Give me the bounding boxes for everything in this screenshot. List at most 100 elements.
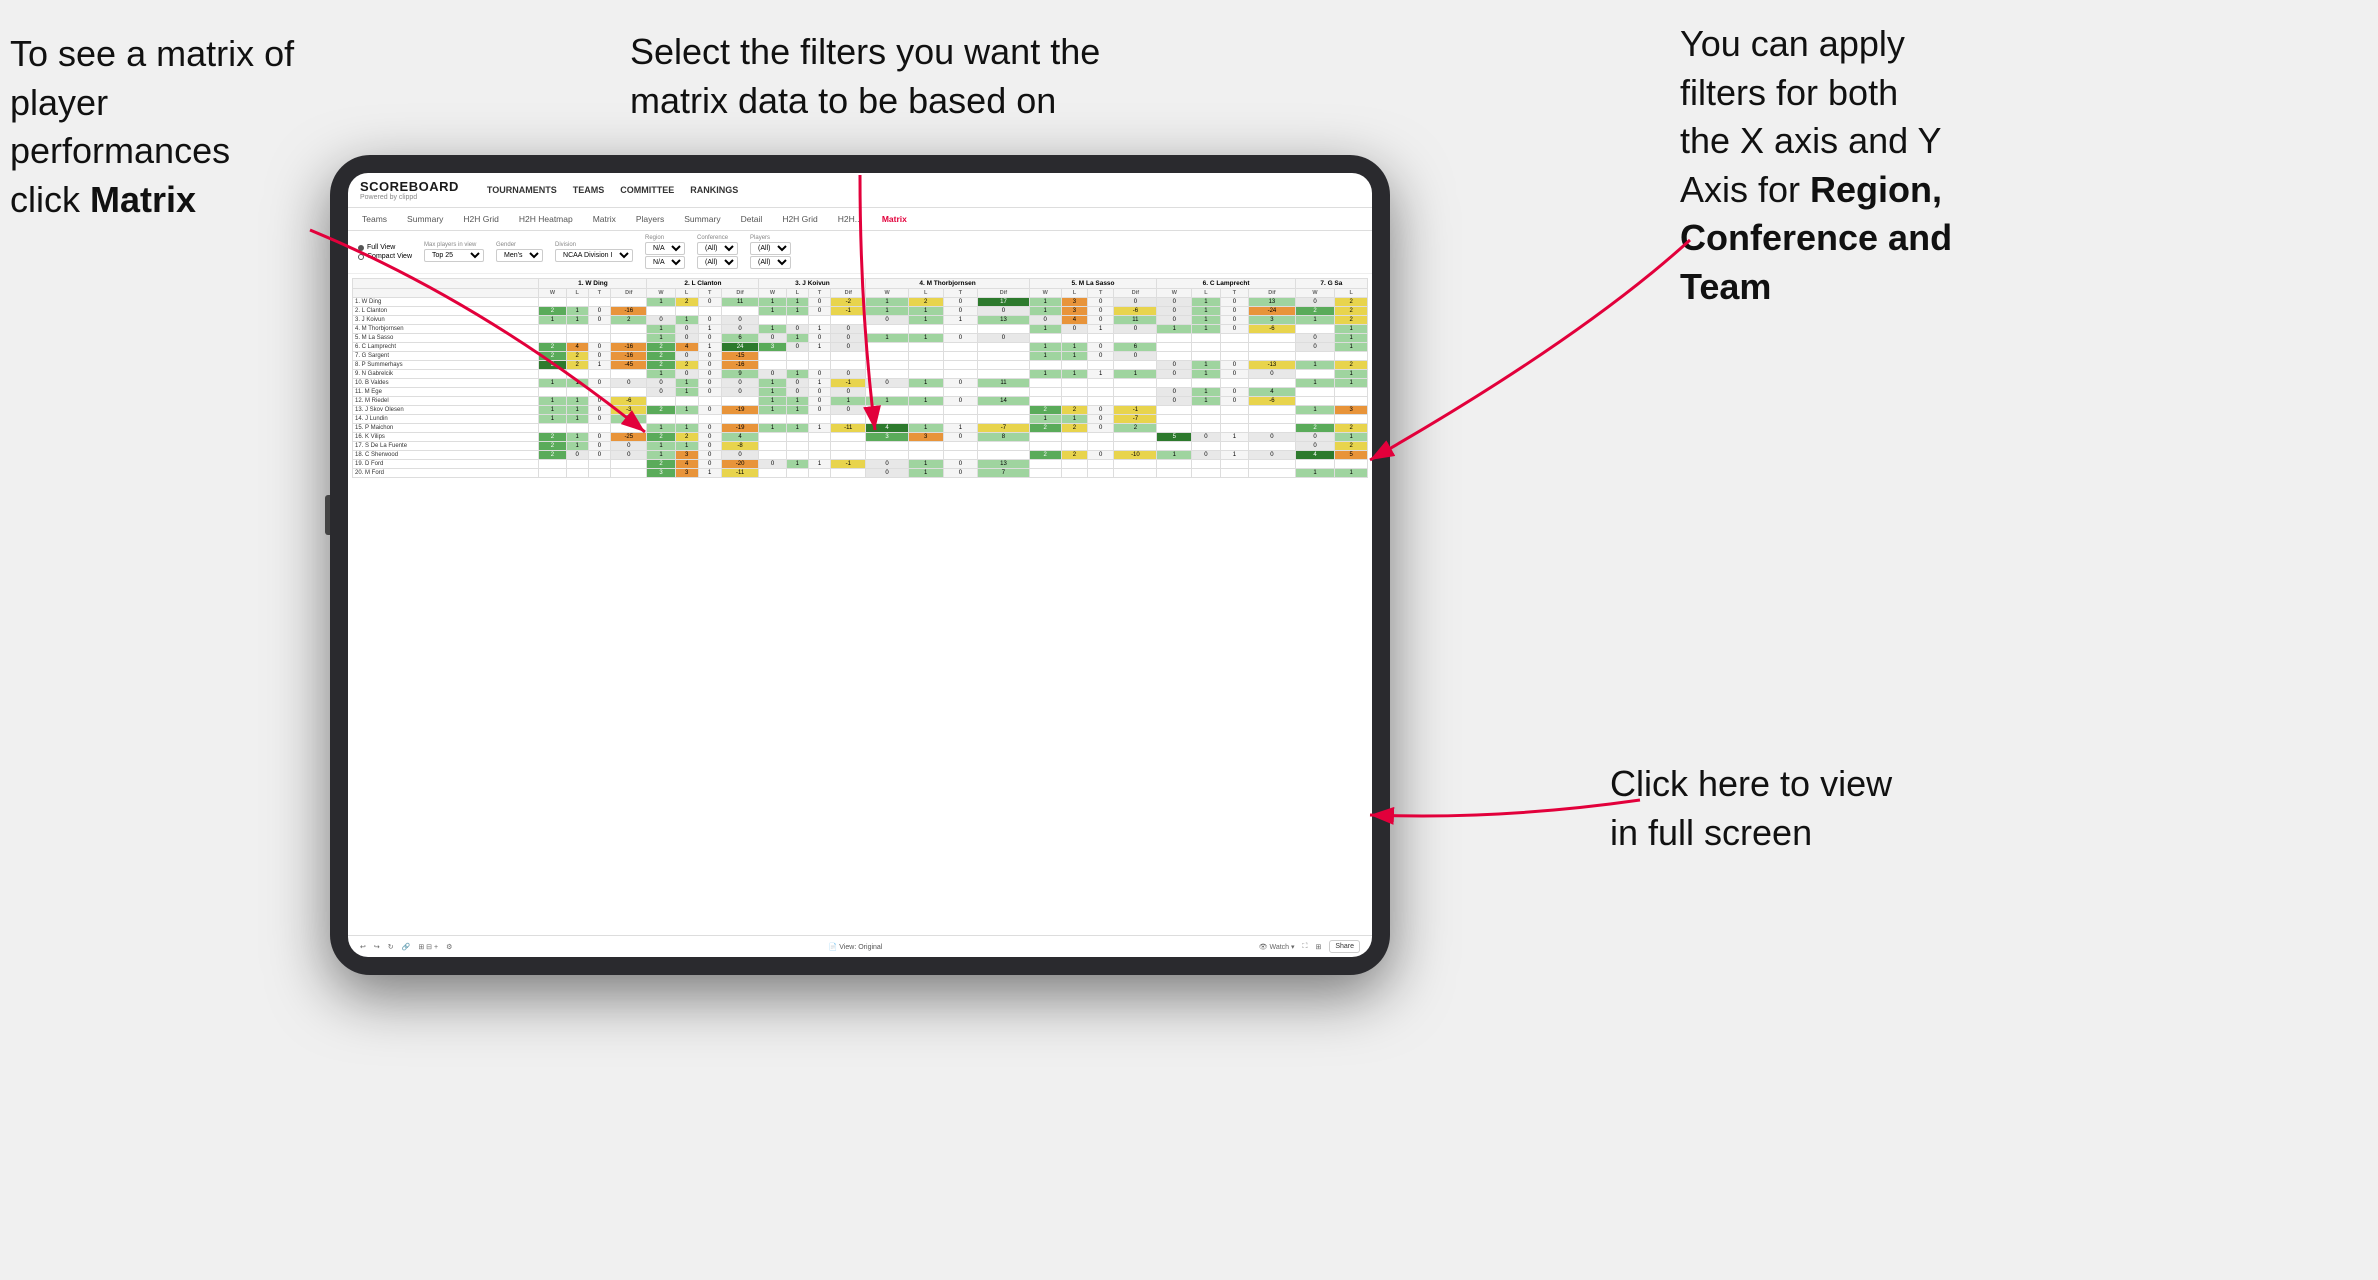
matrix-cell: 0 xyxy=(698,424,721,433)
nav-teams[interactable]: TEAMS xyxy=(573,183,605,197)
matrix-cell: 1 xyxy=(1295,316,1335,325)
nav-rankings[interactable]: RANKINGS xyxy=(690,183,738,197)
zoom-controls[interactable]: ⊞ ⊟ + xyxy=(418,943,438,951)
matrix-cell: 3 xyxy=(1249,316,1296,325)
matrix-cell: 1 xyxy=(908,469,943,478)
fullscreen-icon[interactable]: ⛶ xyxy=(1303,943,1308,951)
matrix-cell: 4 xyxy=(1061,316,1087,325)
matrix-cell: 0 xyxy=(866,316,908,325)
matrix-cell: 2 xyxy=(539,451,566,460)
matrix-cell xyxy=(1061,334,1087,343)
matrix-cell xyxy=(1029,460,1061,469)
matrix-cell xyxy=(1192,379,1220,388)
matrix-cell: -7 xyxy=(978,424,1029,433)
refresh-icon[interactable]: ↻ xyxy=(388,943,394,951)
view-toggles: Full View Compact View xyxy=(358,244,412,260)
subnav-detail[interactable]: Detail xyxy=(737,212,767,226)
matrix-cell xyxy=(698,397,721,406)
max-players-select[interactable]: Top 25 xyxy=(424,249,484,262)
matrix-cell xyxy=(721,307,759,316)
matrix-cell xyxy=(647,397,675,406)
matrix-cell xyxy=(539,370,566,379)
matrix-cell: 2 xyxy=(1029,451,1061,460)
matrix-cell: 1 xyxy=(698,469,721,478)
player-name-cell: 2. L Clanton xyxy=(353,307,539,316)
matrix-cell xyxy=(1029,469,1061,478)
matrix-cell: 0 xyxy=(1295,343,1335,352)
nav-committee[interactable]: COMMITTEE xyxy=(620,183,674,197)
subnav-h2h-grid[interactable]: H2H Grid xyxy=(459,212,502,226)
matrix-cell: 2 xyxy=(566,361,588,370)
matrix-cell xyxy=(611,424,647,433)
matrix-cell xyxy=(1220,469,1248,478)
matrix-cell xyxy=(539,298,566,307)
table-row: 20. M Ford331-11010711 xyxy=(353,469,1368,478)
players-select-y[interactable]: (All) xyxy=(750,256,791,269)
subnav-matrix[interactable]: Matrix xyxy=(589,212,620,226)
gender-select[interactable]: Men's xyxy=(496,249,543,262)
player-name-cell: 12. M Riedel xyxy=(353,397,539,406)
nav-tournaments[interactable]: TOURNAMENTS xyxy=(487,183,557,197)
matrix-cell: 0 xyxy=(588,316,610,325)
full-view-toggle[interactable]: Full View xyxy=(358,244,412,251)
conference-select-x[interactable]: (All) xyxy=(697,242,738,255)
subnav-summary[interactable]: Summary xyxy=(403,212,447,226)
matrix-cell: 0 xyxy=(698,388,721,397)
watch-label[interactable]: 👁 Watch ▾ xyxy=(1259,943,1295,951)
subnav-summary2[interactable]: Summary xyxy=(680,212,724,226)
matrix-cell xyxy=(1192,415,1220,424)
table-row: 15. P Maichon110-19111-11411-7220222 xyxy=(353,424,1368,433)
matrix-cell: 0 xyxy=(866,460,908,469)
players-select-x[interactable]: (All) xyxy=(750,242,791,255)
player-name-cell: 8. P Summerhays xyxy=(353,361,539,370)
matrix-cell xyxy=(786,451,808,460)
region-select-y[interactable]: N/A xyxy=(645,256,685,269)
matrix-cell: 0 xyxy=(1114,298,1157,307)
region-select-x[interactable]: N/A xyxy=(645,242,685,255)
matrix-cell xyxy=(566,469,588,478)
matrix-cell: 0 xyxy=(698,334,721,343)
matrix-cell: 0 xyxy=(588,442,610,451)
undo-icon[interactable]: ↩ xyxy=(360,943,366,951)
matrix-cell xyxy=(1157,334,1192,343)
share-button[interactable]: Share xyxy=(1329,940,1360,953)
matrix-cell: 1 xyxy=(566,316,588,325)
matrix-cell: -7 xyxy=(1114,415,1157,424)
th-mthorb: 4. M Thorbjornsen xyxy=(866,279,1029,289)
matrix-cell xyxy=(943,361,978,370)
matrix-cell xyxy=(866,352,908,361)
matrix-cell xyxy=(1088,460,1114,469)
settings-icon[interactable]: ⚙ xyxy=(446,943,452,951)
matrix-cell: 0 xyxy=(1220,298,1248,307)
matrix-cell xyxy=(539,460,566,469)
matrix-cell xyxy=(675,397,698,406)
matrix-cell: 0 xyxy=(1114,352,1157,361)
grid-icon[interactable]: ⊞ xyxy=(1315,943,1321,951)
matrix-cell: 1 xyxy=(786,307,808,316)
subnav-matrix-active[interactable]: Matrix xyxy=(878,212,911,226)
matrix-cell: 1 xyxy=(647,424,675,433)
redo-icon[interactable]: ↪ xyxy=(374,943,380,951)
subnav-h2h-grid2[interactable]: H2H Grid xyxy=(778,212,821,226)
matrix-cell: -25 xyxy=(611,433,647,442)
matrix-cell xyxy=(1157,424,1192,433)
link-icon[interactable]: 🔗 xyxy=(402,943,411,951)
matrix-cell: 2 xyxy=(908,298,943,307)
subnav-h2h-heatmap[interactable]: H2H Heatmap xyxy=(515,212,577,226)
subnav-h2h-more[interactable]: H2H... xyxy=(834,212,866,226)
subnav-players[interactable]: Players xyxy=(632,212,668,226)
matrix-cell xyxy=(721,397,759,406)
subnav-teams[interactable]: Teams xyxy=(358,212,391,226)
matrix-cell xyxy=(1249,469,1296,478)
matrix-cell: 1 xyxy=(786,334,808,343)
matrix-cell: 13 xyxy=(1249,298,1296,307)
matrix-cell: 1 xyxy=(943,316,978,325)
matrix-cell: 0 xyxy=(808,388,830,397)
matrix-cell: 1 xyxy=(698,343,721,352)
division-select[interactable]: NCAA Division I xyxy=(555,249,633,262)
matrix-cell: 3 xyxy=(675,451,698,460)
conference-select-y[interactable]: (All) xyxy=(697,256,738,269)
matrix-cell xyxy=(1220,343,1248,352)
matrix-cell: -3 xyxy=(611,406,647,415)
compact-view-toggle[interactable]: Compact View xyxy=(358,253,412,260)
